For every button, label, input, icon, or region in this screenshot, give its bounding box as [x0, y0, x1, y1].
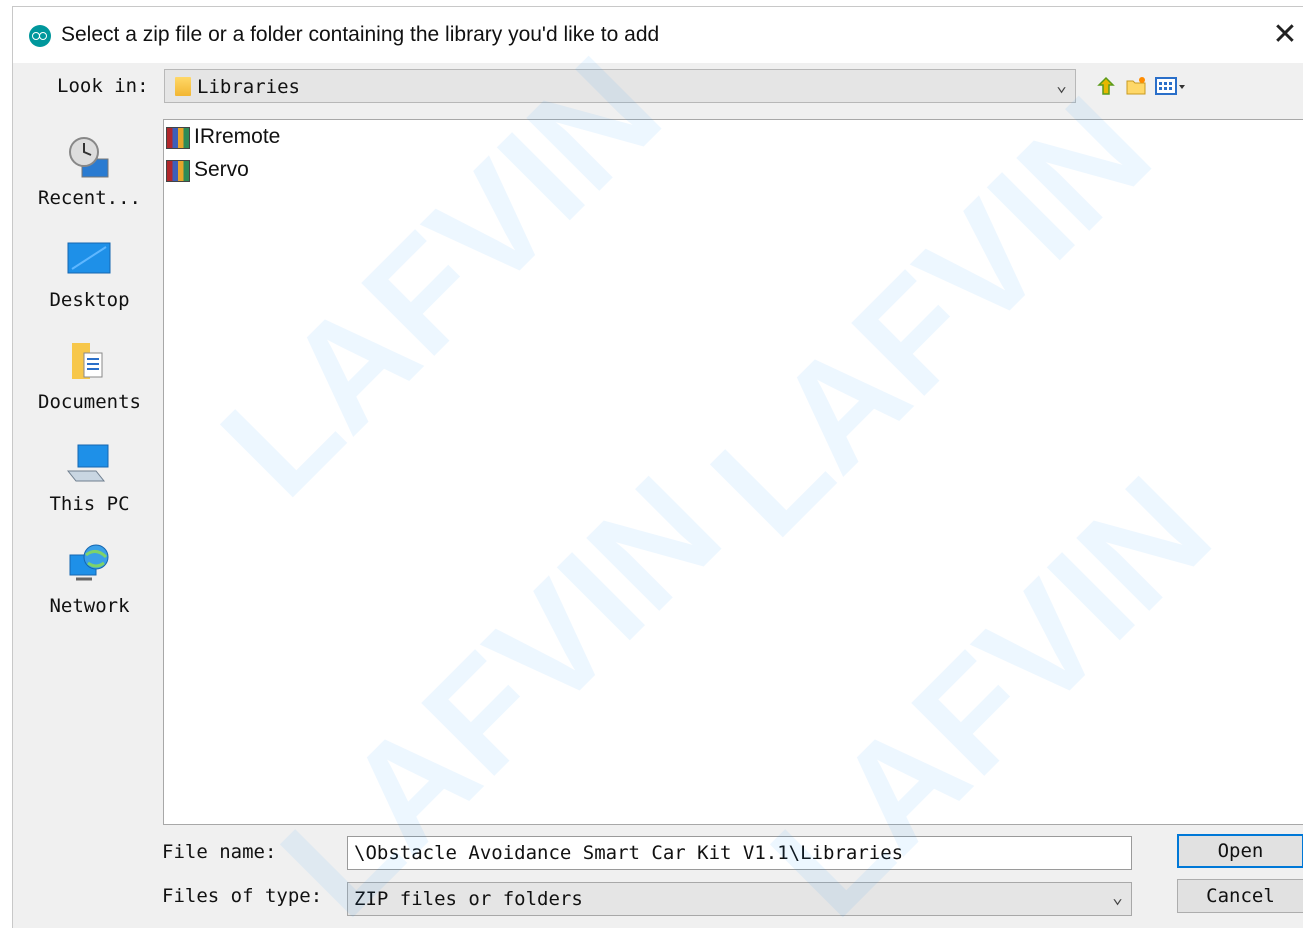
desktop-icon [66, 237, 112, 283]
arduino-app-icon [29, 25, 51, 47]
look-in-label: Look in: [57, 75, 149, 97]
view-menu-icon[interactable] [1154, 75, 1188, 97]
file-list[interactable]: IRremote Servo [163, 119, 1303, 825]
zip-archive-icon [166, 127, 190, 149]
place-label: Documents [38, 391, 141, 413]
place-documents[interactable]: Documents [28, 339, 151, 425]
chevron-down-icon[interactable]: ⌄ [1056, 75, 1067, 96]
cancel-button[interactable]: Cancel [1177, 879, 1303, 913]
file-name-input[interactable]: \Obstacle Avoidance Smart Car Kit V1.1\L… [347, 836, 1132, 870]
place-network[interactable]: Network [28, 543, 151, 629]
close-icon[interactable]: ✕ [1267, 17, 1303, 53]
look-in-value: Libraries [197, 76, 300, 98]
up-one-level-icon[interactable] [1094, 75, 1118, 97]
file-chooser-dialog: Select a zip file or a folder containing… [12, 6, 1303, 928]
zip-archive-icon [166, 160, 190, 182]
places-bar: Recent... Desktop Documents This PC Netw… [28, 119, 151, 919]
new-folder-icon[interactable] [1124, 75, 1148, 97]
file-name-label: File name: [162, 841, 277, 863]
title-bar[interactable]: Select a zip file or a folder containing… [13, 7, 1303, 63]
documents-icon [66, 339, 112, 385]
place-label: Network [49, 595, 130, 617]
file-type-value: ZIP files or folders [354, 888, 583, 910]
place-label: Desktop [49, 289, 130, 311]
place-this-pc[interactable]: This PC [28, 441, 151, 527]
dialog-title: Select a zip file or a folder containing… [61, 23, 660, 46]
place-label: This PC [49, 493, 130, 515]
recent-items-icon [66, 135, 112, 181]
place-recent[interactable]: Recent... [28, 135, 151, 221]
file-name: Servo [194, 158, 249, 181]
chevron-down-icon[interactable]: ⌄ [1112, 887, 1123, 908]
file-type-label: Files of type: [162, 885, 323, 907]
folder-icon [175, 77, 191, 96]
place-desktop[interactable]: Desktop [28, 237, 151, 323]
file-name: IRremote [194, 125, 281, 148]
place-label: Recent... [38, 187, 141, 209]
this-pc-icon [66, 441, 112, 487]
network-icon [66, 543, 112, 589]
look-in-dropdown[interactable]: Libraries ⌄ [164, 69, 1076, 103]
open-button[interactable]: Open [1177, 834, 1303, 868]
file-type-select[interactable]: ZIP files or folders ⌄ [347, 882, 1132, 916]
